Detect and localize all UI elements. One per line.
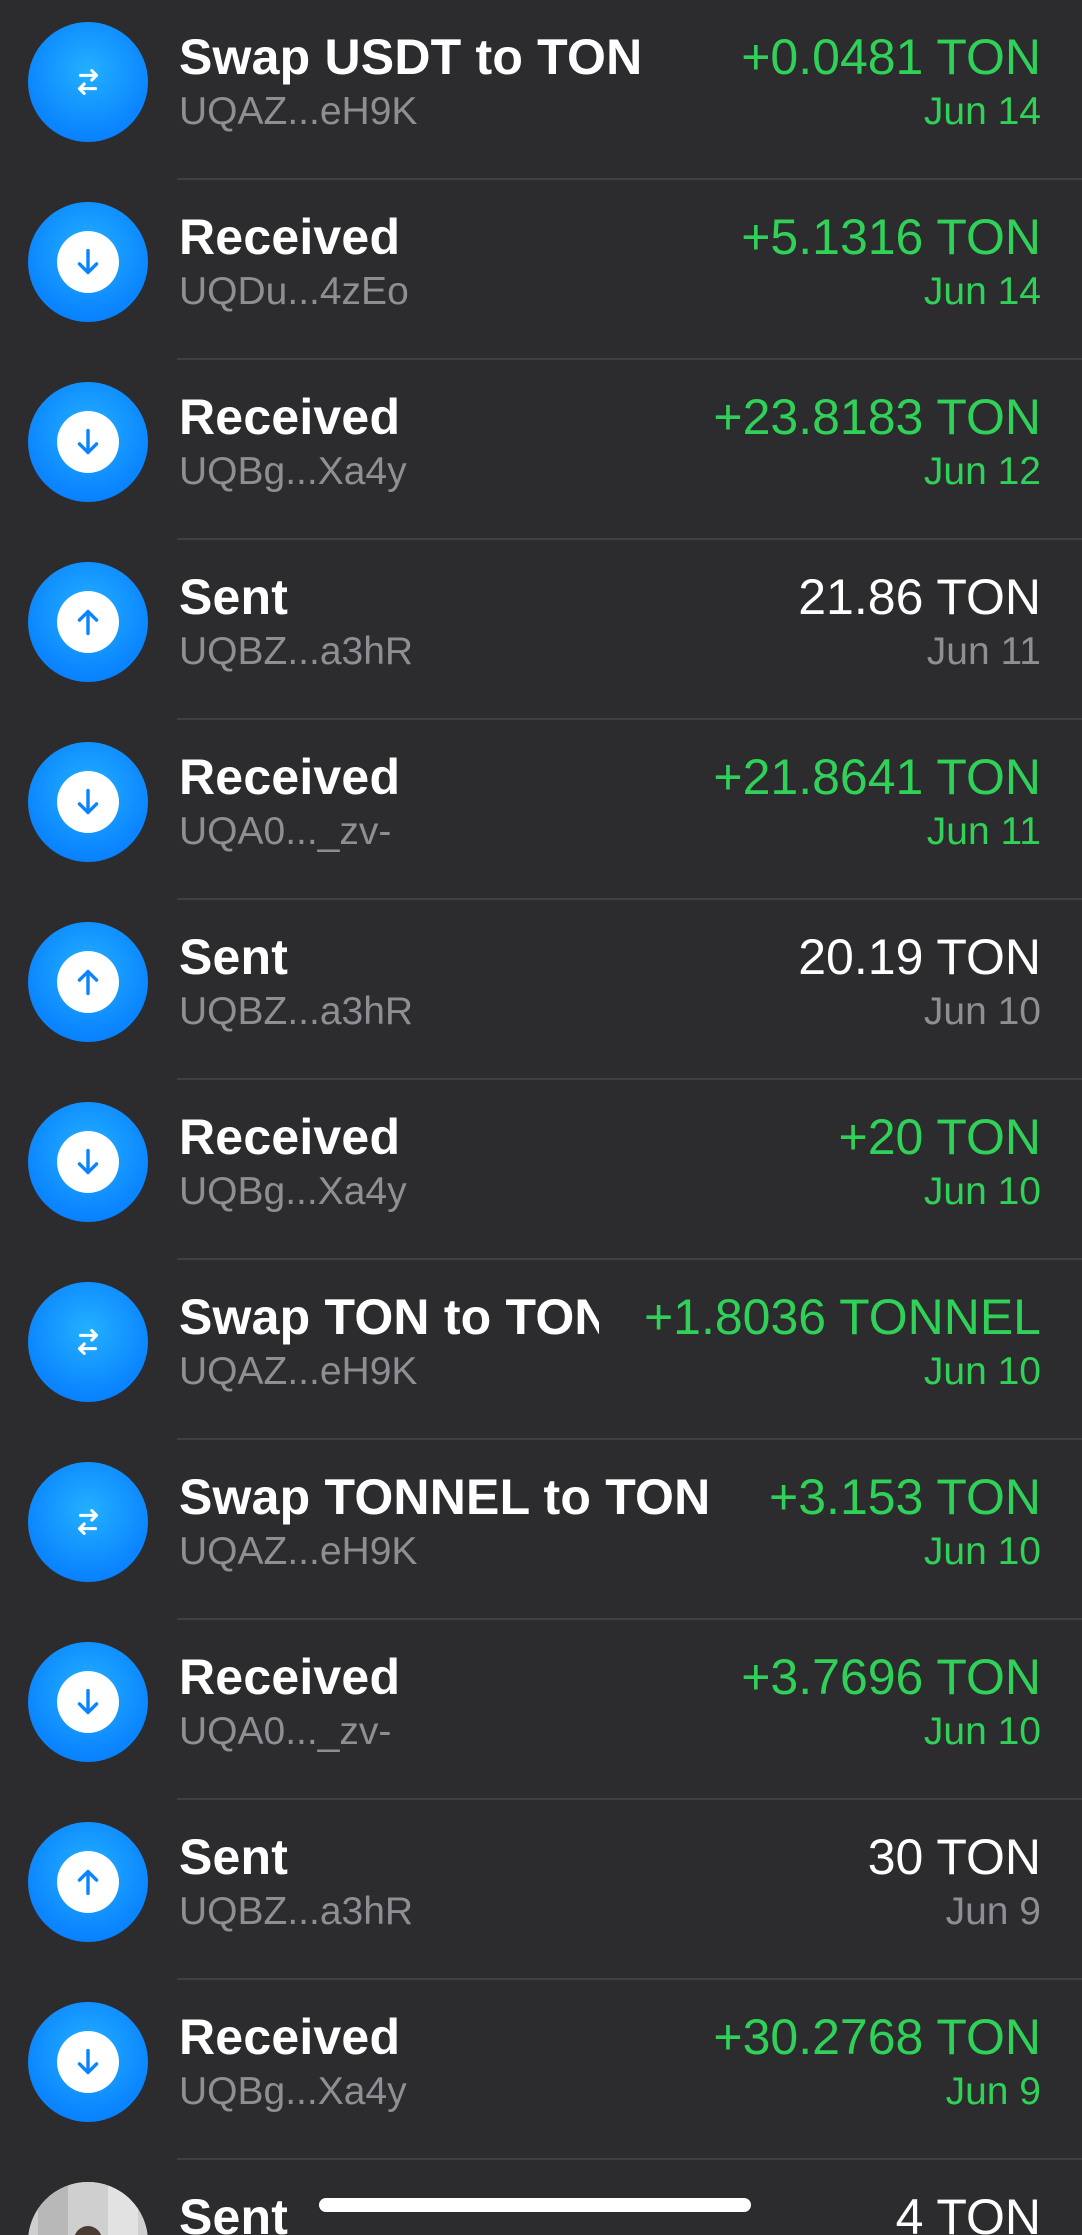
transaction-address: UQA0..._zv- — [179, 810, 392, 853]
transaction-date: Jun 9 — [945, 1890, 1041, 1933]
transaction-address: UQDu...4zEo — [179, 270, 409, 313]
transaction-row[interactable]: Swap USDT to TON UQAZ...eH9K +0.0481 TON… — [0, 0, 1082, 180]
transaction-title: Sent — [179, 2189, 289, 2235]
avatar — [28, 2182, 148, 2235]
transaction-list: Swap USDT to TON UQAZ...eH9K +0.0481 TON… — [0, 0, 1082, 2235]
arrow-up-icon — [28, 1822, 148, 1942]
transaction-title: Sent — [179, 569, 289, 625]
transaction-title: Received — [179, 2009, 401, 2065]
transaction-date: Jun 9 — [945, 2070, 1041, 2113]
transaction-title: Received — [179, 1649, 401, 1705]
swap-arrows-icon — [28, 1462, 148, 1582]
transaction-amount: +30.2768 TON — [699, 2008, 1041, 2066]
arrow-down-icon — [28, 1642, 148, 1762]
transaction-amount: +1.8036 TONNEL — [629, 1288, 1041, 1346]
transaction-amount: +23.8183 TON — [699, 388, 1041, 446]
transaction-amount: +0.0481 TON — [727, 28, 1041, 86]
transaction-address: UQAZ...eH9K — [179, 90, 418, 133]
transaction-title: Received — [179, 389, 401, 445]
transaction-title: Received — [179, 749, 401, 805]
arrow-up-icon — [28, 922, 148, 1042]
transaction-date: Jun 11 — [926, 810, 1041, 853]
transaction-address: UQA0..._zv- — [179, 1710, 392, 1753]
transaction-amount: 4 TON — [881, 2188, 1041, 2235]
transaction-title: Received — [179, 1109, 401, 1165]
arrow-down-icon — [28, 382, 148, 502]
transaction-amount: +3.7696 TON — [727, 1648, 1041, 1706]
home-indicator[interactable] — [319, 2198, 751, 2212]
transaction-row[interactable]: Sent UQBZ...a3hR 20.19 TON Jun 10 — [0, 900, 1082, 1080]
transaction-date: Jun 11 — [926, 630, 1041, 673]
transaction-title: Sent — [179, 1829, 289, 1885]
transaction-date: Jun 10 — [923, 1710, 1041, 1753]
transaction-date: Jun 14 — [923, 90, 1041, 133]
arrow-down-icon — [28, 2002, 148, 2122]
transaction-date: Jun 12 — [923, 450, 1041, 493]
transaction-address: UQBZ...a3hR — [179, 630, 414, 673]
transaction-row[interactable]: Received UQBg...Xa4y +30.2768 TON Jun 9 — [0, 1980, 1082, 2160]
transaction-address: UQBg...Xa4y — [179, 2070, 407, 2113]
transaction-amount: 21.86 TON — [784, 568, 1041, 626]
transaction-title: Received — [179, 209, 401, 265]
transaction-title: Swap TONNEL to TON — [179, 1469, 711, 1525]
transaction-address: UQBZ...a3hR — [179, 990, 414, 1033]
transaction-address: UQBg...Xa4y — [179, 450, 407, 493]
transaction-title: Swap USDT to TON — [179, 29, 639, 85]
transaction-date: Jun 10 — [923, 1530, 1041, 1573]
transaction-date: Jun 10 — [923, 1170, 1041, 1213]
transaction-address: UQAZ...eH9K — [179, 1350, 418, 1393]
transaction-amount: +20 TON — [824, 1108, 1041, 1166]
arrow-up-icon — [28, 562, 148, 682]
arrow-down-icon — [28, 1102, 148, 1222]
transaction-row[interactable]: Swap TONNEL to TON UQAZ...eH9K +3.153 TO… — [0, 1440, 1082, 1620]
transaction-address: UQBZ...a3hR — [179, 1890, 414, 1933]
transaction-amount: 20.19 TON — [784, 928, 1041, 986]
transaction-amount: +3.153 TON — [755, 1468, 1041, 1526]
swap-arrows-icon — [28, 1282, 148, 1402]
transaction-address: UQBg...Xa4y — [179, 1170, 407, 1213]
transaction-row[interactable]: Received UQA0..._zv- +21.8641 TON Jun 11 — [0, 720, 1082, 900]
transaction-date: Jun 10 — [923, 990, 1041, 1033]
transaction-row[interactable]: Received UQA0..._zv- +3.7696 TON Jun 10 — [0, 1620, 1082, 1800]
transaction-date: Jun 14 — [923, 270, 1041, 313]
transaction-row[interactable]: Swap TON to TONNEL UQAZ...eH9K +1.8036 T… — [0, 1260, 1082, 1440]
transaction-row[interactable]: Sent UQBZ...a3hR 30 TON Jun 9 — [0, 1800, 1082, 1980]
transaction-amount: +5.1316 TON — [727, 208, 1041, 266]
transaction-date: Jun 10 — [923, 1350, 1041, 1393]
transaction-row[interactable]: Received UQDu...4zEo +5.1316 TON Jun 14 — [0, 180, 1082, 360]
transaction-title: Sent — [179, 929, 289, 985]
transaction-address: UQAZ...eH9K — [179, 1530, 418, 1573]
transaction-row[interactable]: Sent UQBZ...a3hR 21.86 TON Jun 11 — [0, 540, 1082, 720]
arrow-down-icon — [28, 202, 148, 322]
transaction-row[interactable]: Received UQBg...Xa4y +23.8183 TON Jun 12 — [0, 360, 1082, 540]
swap-arrows-icon — [28, 22, 148, 142]
arrow-down-icon — [28, 742, 148, 862]
transaction-title: Swap TON to TONNEL — [179, 1289, 599, 1345]
transaction-amount: +21.8641 TON — [699, 748, 1041, 806]
transaction-amount: 30 TON — [853, 1828, 1041, 1886]
transaction-row[interactable]: Received UQBg...Xa4y +20 TON Jun 10 — [0, 1080, 1082, 1260]
